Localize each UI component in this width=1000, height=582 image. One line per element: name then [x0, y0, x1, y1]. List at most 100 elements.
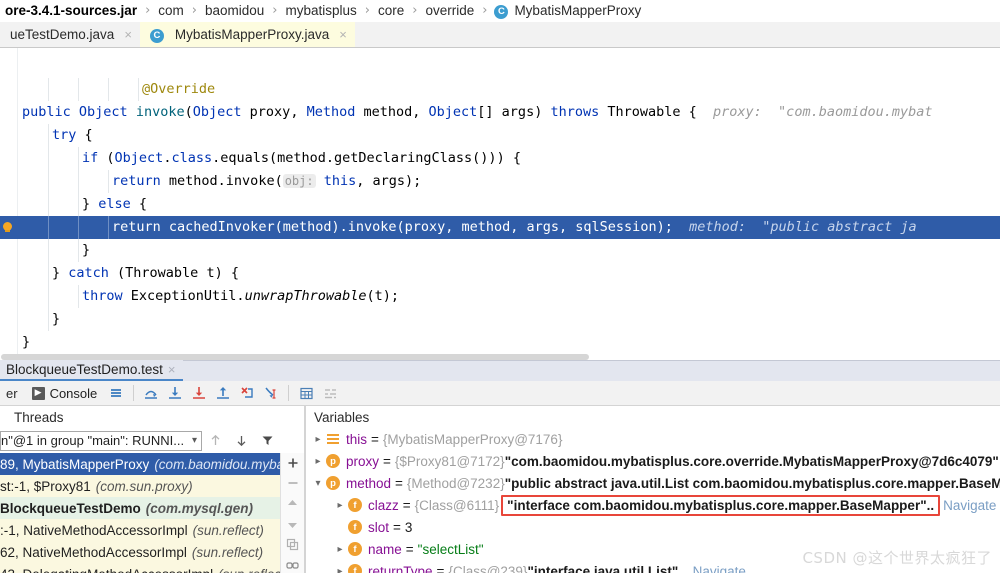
breadcrumb-item-core[interactable]: core — [377, 3, 405, 18]
frames-list[interactable]: 89, MybatisMapperProxy(com.baomidou.myba… — [0, 453, 280, 573]
arrow-up-icon[interactable] — [202, 430, 228, 452]
chevron-right-icon[interactable]: ▸ — [310, 456, 326, 467]
toolbar-divider — [133, 385, 135, 401]
code-line[interactable]: if (Object.class.equals(method.getDeclar… — [0, 147, 1000, 170]
parameter-icon: p — [326, 454, 340, 468]
code-keyword: class — [171, 150, 213, 166]
code-line[interactable]: try { — [0, 124, 1000, 147]
close-icon[interactable]: × — [339, 27, 347, 42]
variable-reference: {Class@239} — [448, 563, 528, 574]
intention-bulb-icon[interactable] — [3, 222, 14, 233]
breadcrumb-item-baomidou[interactable]: baomidou — [204, 3, 265, 18]
thread-frame-row[interactable]: :-1, NativeMethodAccessorImpl (sun.reflec… — [0, 519, 280, 541]
up-icon[interactable] — [283, 496, 303, 512]
frame-label: 62, NativeMethodAccessorImpl — [0, 544, 187, 560]
drop-frame-icon[interactable] — [236, 383, 258, 404]
frames-side-toolbar — [280, 453, 304, 573]
code-editor[interactable]: @Override public Object invoke(Object pro… — [0, 48, 1000, 360]
code-line[interactable]: @Override — [0, 78, 1000, 101]
evaluate-expression-icon[interactable] — [295, 383, 317, 404]
variable-row[interactable]: f slot = 3 — [306, 516, 1000, 538]
code-line[interactable]: return cachedInvoker(method).invoke(prox… — [0, 216, 1000, 239]
show-execution-point-icon[interactable] — [105, 383, 127, 404]
run-to-cursor-icon[interactable] — [260, 383, 282, 404]
navigate-link[interactable]: Navigate — [940, 498, 996, 513]
down-icon[interactable] — [283, 517, 303, 533]
console-tab[interactable]: ▶ Console — [26, 386, 104, 401]
step-out-icon[interactable] — [212, 383, 234, 404]
code-keyword: return — [112, 173, 161, 189]
code-line[interactable]: public Object invoke(Object proxy, Metho… — [0, 101, 1000, 124]
code-text: (t); — [366, 288, 399, 304]
thread-frame-row[interactable]: 43, DelegatingMethodAccessorImpl (sun.ref… — [0, 563, 280, 573]
code-line[interactable]: } — [0, 308, 1000, 331]
variable-row[interactable]: ▾ p method = {Method@7232} "public abstract … — [306, 472, 1000, 494]
variable-row[interactable]: ▸ p proxy = {$Proxy81@7172} "com.baomidou.my… — [306, 450, 1000, 472]
minus-icon[interactable] — [283, 476, 303, 492]
tab-ueTestDemo[interactable]: ueTestDemo.java × — [0, 22, 140, 47]
code-text: [] args) — [477, 104, 551, 120]
variables-list[interactable]: ▸ this = {MybatisMapperProxy@7176} ▸ p proxy =… — [305, 428, 1000, 573]
frame-package: (com.sun.proxy) — [95, 478, 193, 494]
close-icon[interactable]: × — [168, 362, 176, 377]
chevron-right-icon[interactable]: ▸ — [310, 434, 326, 445]
variable-reference: {$Proxy81@7172} — [394, 453, 505, 469]
code-line[interactable]: } — [0, 239, 1000, 262]
close-icon[interactable]: × — [124, 27, 132, 42]
variable-value: "selectList" — [417, 541, 484, 557]
chevron-right-icon[interactable]: ▸ — [332, 500, 348, 511]
code-line[interactable]: return method.invoke(obj: this, args); — [0, 170, 1000, 193]
code-keyword: throw — [82, 288, 123, 304]
plus-icon[interactable] — [283, 455, 303, 471]
code-line[interactable]: throw ExceptionUtil.unwrapThrowable(t); — [0, 285, 1000, 308]
variable-row[interactable]: ▸ f name = "selectList" — [306, 538, 1000, 560]
chevron-right-icon[interactable]: ▸ — [332, 544, 348, 555]
variable-reference: {MybatisMapperProxy@7176} — [382, 431, 563, 447]
code-line[interactable]: } catch (Throwable t) { — [0, 262, 1000, 285]
chevron-right-icon[interactable]: ▸ — [332, 566, 348, 574]
indent-guide — [48, 147, 49, 170]
variable-name: this — [346, 431, 368, 447]
step-over-icon[interactable] — [140, 383, 162, 404]
breadcrumb-item-jar[interactable]: ore-3.4.1-sources.jar — [4, 3, 138, 18]
code-text: proxy, — [241, 104, 307, 120]
breadcrumb-item-mybatisplus[interactable]: mybatisplus — [285, 3, 358, 18]
code-text: cachedInvoker(method).invoke(proxy, meth… — [160, 219, 673, 235]
frame-label: BlockqueueTestDemo — [0, 500, 141, 516]
debug-session-tab[interactable]: BlockqueueTestDemo.test × — [0, 360, 184, 381]
frame-label: 43, DelegatingMethodAccessorImpl — [0, 567, 213, 574]
chevron-down-icon[interactable]: ▾ — [310, 478, 326, 489]
thread-frame-row[interactable]: 89, MybatisMapperProxy(com.baomidou.myba… — [0, 453, 280, 475]
settings-icon[interactable] — [319, 383, 341, 404]
code-line[interactable]: } else { — [0, 193, 1000, 216]
editor-tab-bar: ueTestDemo.java × C MybatisMapperProxy.j… — [0, 22, 1000, 48]
variable-row[interactable]: ▸ f clazz = {Class@6111} "interface com.baom… — [306, 494, 1000, 516]
debug-toolbar: er ▶ Console — [0, 381, 1000, 406]
breadcrumb-item-override[interactable]: override — [424, 3, 475, 18]
editor-horizontal-scrollbar[interactable] — [0, 354, 1000, 360]
thread-frame-row[interactable]: 62, NativeMethodAccessorImpl (sun.reflect… — [0, 541, 280, 563]
breadcrumb-item-com[interactable]: com — [157, 3, 185, 18]
code-area[interactable]: @Override public Object invoke(Object pro… — [0, 48, 1000, 354]
link-icon[interactable] — [283, 558, 303, 574]
debug-panes: Threads n"@1 in group "main": RUNNI... ▾… — [0, 406, 1000, 573]
thread-frame-row[interactable]: BlockqueueTestDemo (com.mysql.gen) — [0, 497, 280, 519]
variable-row[interactable]: ▸ f returnType = {Class@239} "interface java… — [306, 560, 1000, 573]
navigate-link[interactable]: Navigate — [690, 564, 746, 574]
breadcrumb-separator-icon: › — [145, 3, 151, 18]
arrow-down-icon[interactable] — [228, 430, 254, 452]
tab-MybatisMapperProxy[interactable]: C MybatisMapperProxy.java × — [139, 22, 355, 47]
breadcrumb-item-class[interactable]: MybatisMapperProxy — [513, 3, 642, 18]
thread-selector-dropdown[interactable]: n"@1 in group "main": RUNNI... ▾ — [0, 430, 202, 451]
debug-tool-tabbar: BlockqueueTestDemo.test × — [0, 360, 1000, 381]
filter-icon[interactable] — [254, 430, 280, 452]
variable-row[interactable]: ▸ this = {MybatisMapperProxy@7176} — [306, 428, 1000, 450]
indent-guide — [78, 193, 79, 216]
scrollbar-thumb[interactable] — [1, 354, 589, 360]
copy-icon[interactable] — [283, 537, 303, 553]
force-step-into-icon[interactable] — [188, 383, 210, 404]
thread-frame-row[interactable]: st:-1, $Proxy81 (com.sun.proxy) — [0, 475, 280, 497]
code-line[interactable]: } — [0, 331, 1000, 354]
step-into-icon[interactable] — [164, 383, 186, 404]
debugger-tab-label[interactable]: er — [0, 386, 24, 401]
